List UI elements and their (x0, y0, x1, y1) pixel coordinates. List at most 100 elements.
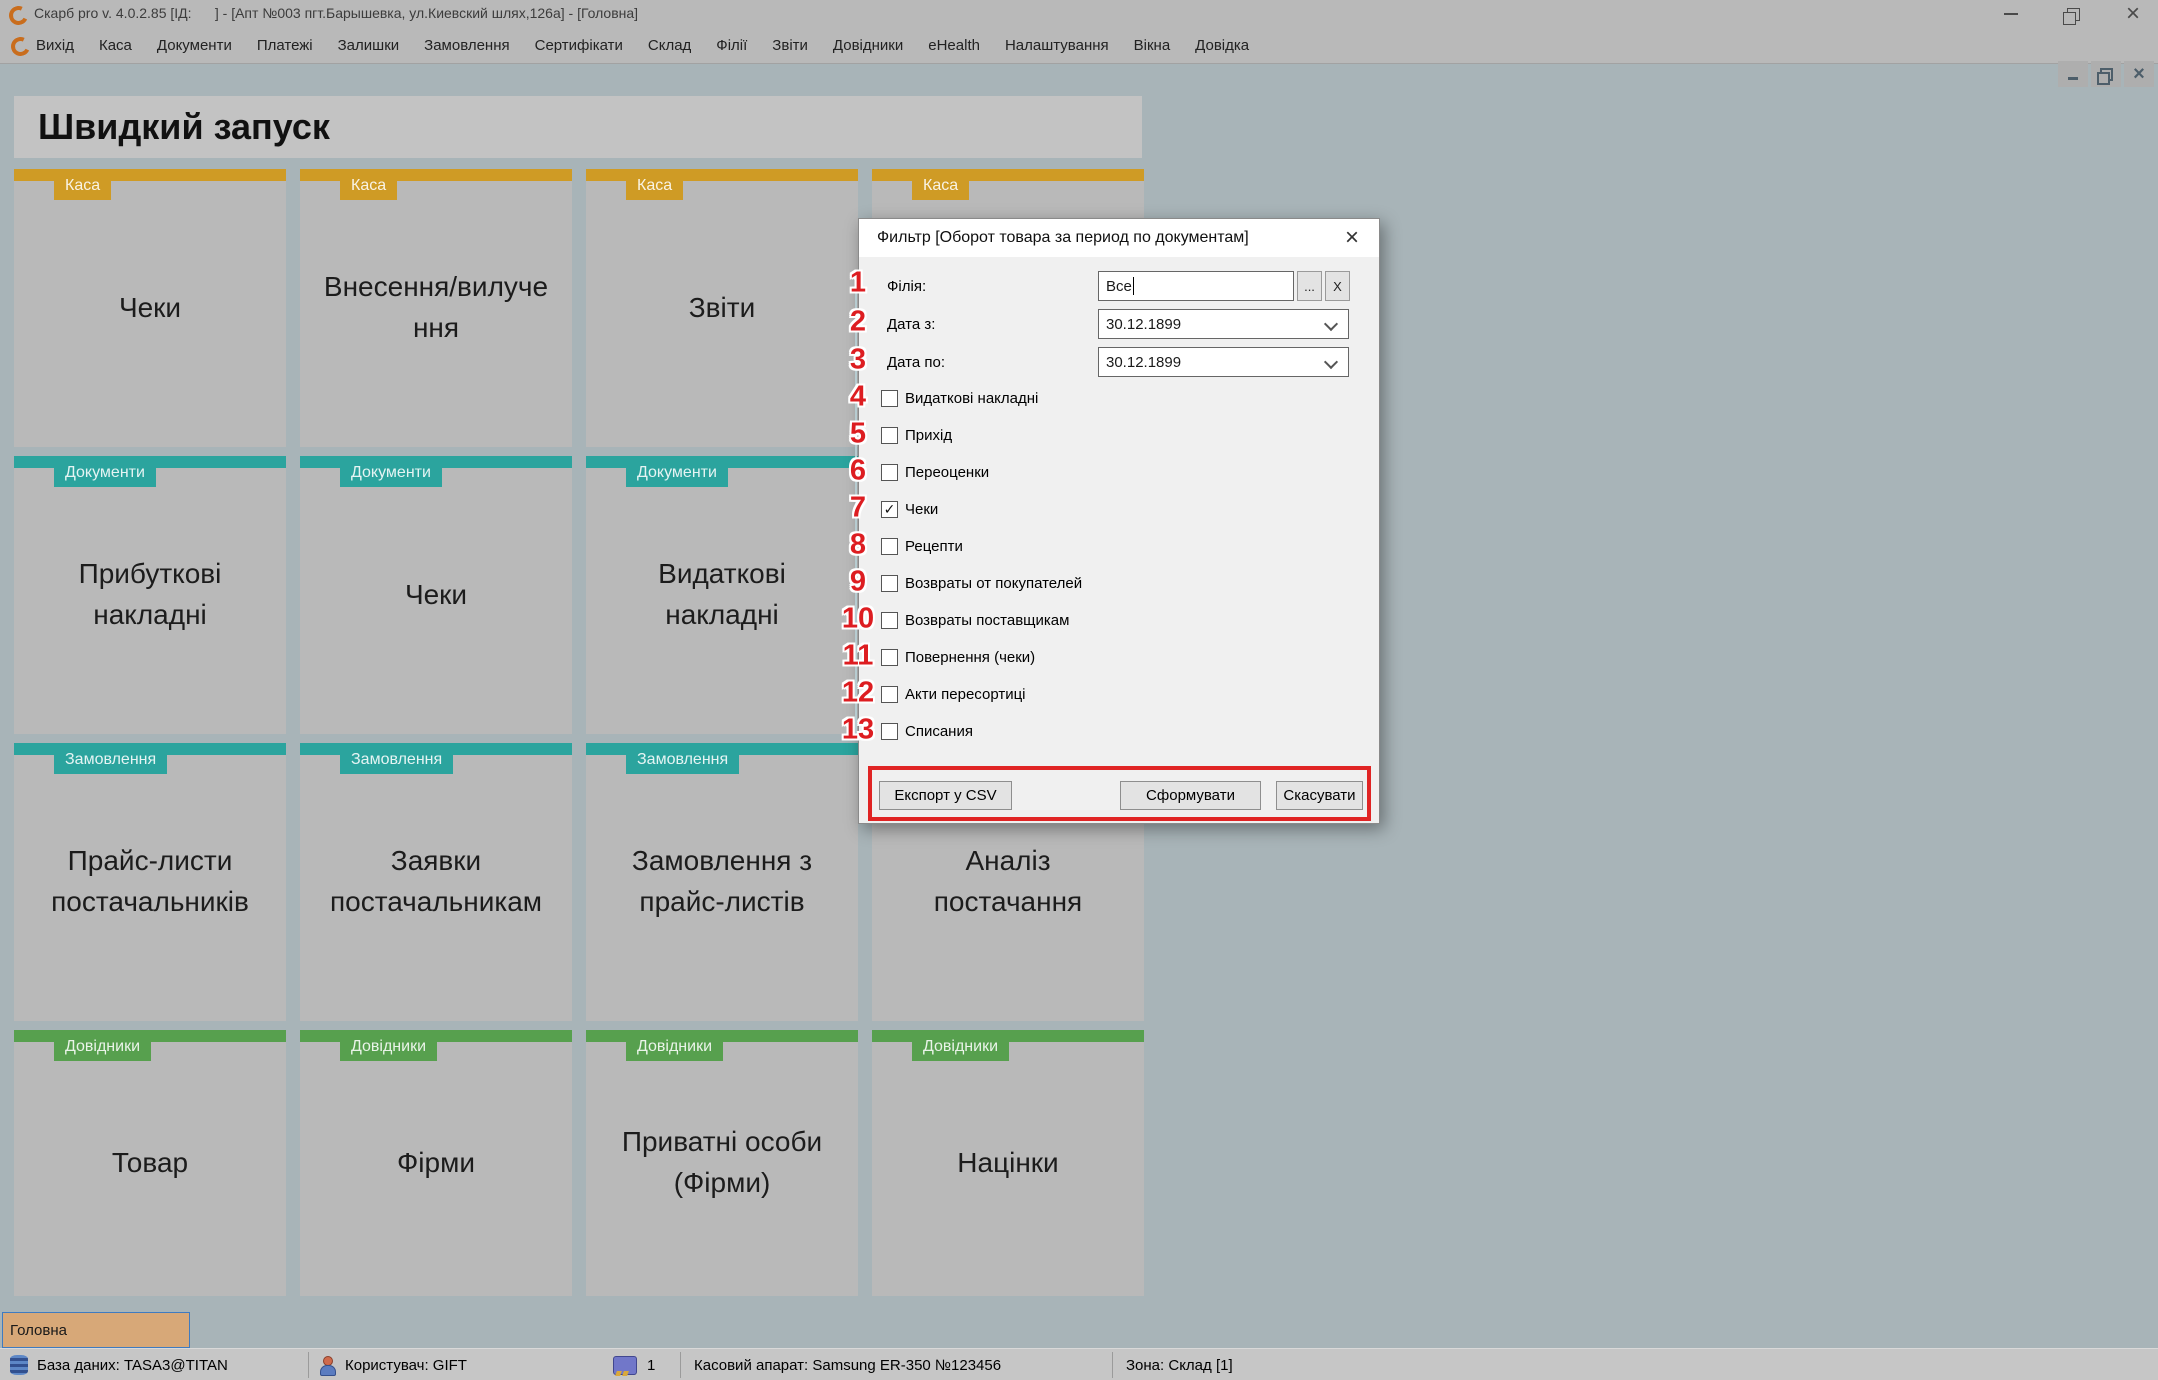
filia-lookup-button[interactable]: ... (1297, 271, 1322, 301)
checkbox-unchecked[interactable] (881, 538, 898, 555)
status-device-count-text: 1 (647, 1357, 655, 1374)
tile-label: Чеки (14, 169, 286, 447)
tile-label: Товар (14, 1030, 286, 1296)
close-icon: × (2126, 4, 2140, 24)
tile-r4-c4[interactable]: ДовідникиНацінки (872, 1030, 1144, 1296)
menu-item-1[interactable]: Каса (99, 37, 132, 54)
menu-item-2[interactable]: Документи (157, 37, 232, 54)
window-close-button[interactable]: × (2110, 0, 2156, 28)
text-caret (1133, 277, 1135, 295)
checkbox-unchecked[interactable] (881, 427, 898, 444)
mdi-restore-button[interactable] (2091, 61, 2121, 87)
export-csv-button[interactable]: Експорт у CSV (879, 781, 1012, 810)
tile-r2-c3[interactable]: ДокументиВидаткові накладні (586, 456, 858, 734)
filia-input[interactable]: Все (1098, 271, 1294, 301)
checkbox-unchecked[interactable] (881, 575, 898, 592)
user-icon (318, 1355, 336, 1375)
status-zone-text: Зона: Склад [1] (1126, 1357, 1233, 1374)
checkbox-unchecked[interactable] (881, 612, 898, 629)
annotation-number-5: 5 (850, 418, 866, 451)
mdi-close-button[interactable]: × (2124, 61, 2154, 87)
checkbox-label: Рецепти (905, 538, 963, 555)
dialog-title-bar[interactable]: Фильтр [Оборот товара за период по докум… (859, 219, 1379, 257)
tile-r4-c3[interactable]: ДовідникиПриватні особи (Фірми) (586, 1030, 858, 1296)
restore-icon (2067, 8, 2080, 21)
menu-item-13[interactable]: Вікна (1134, 37, 1171, 54)
tile-r2-c1[interactable]: ДокументиПрибуткові накладні (14, 456, 286, 734)
app-logo-icon (6, 3, 30, 27)
checkbox-label: Повернення (чеки) (905, 649, 1035, 666)
menu-item-5[interactable]: Замовлення (424, 37, 509, 54)
menu-item-6[interactable]: Сертифікати (535, 37, 623, 54)
status-cash-register: Касовий апарат: Samsung ER-350 №123456 (694, 1349, 1001, 1380)
tile-r1-c2[interactable]: КасаВнесення/вилучення (300, 169, 572, 447)
menu-item-10[interactable]: Довідники (833, 37, 903, 54)
checkbox-row-10[interactable]: Списания (881, 720, 973, 742)
annotation-number-3: 3 (850, 344, 866, 377)
checkbox-row-4[interactable]: ✓Чеки (881, 498, 938, 520)
menu-logo-icon (8, 34, 32, 58)
checkbox-row-1[interactable]: Видаткові накладні (881, 387, 1038, 409)
dialog-close-button[interactable]: × (1331, 219, 1373, 257)
menu-item-14[interactable]: Довідка (1195, 37, 1249, 54)
filia-clear-button[interactable]: X (1325, 271, 1350, 301)
tile-r3-c3[interactable]: ЗамовленняЗамовлення з прайс-листів (586, 743, 858, 1021)
checkbox-unchecked[interactable] (881, 464, 898, 481)
window-restore-button[interactable] (2050, 0, 2096, 28)
menu-item-11[interactable]: eHealth (928, 37, 980, 54)
checkbox-row-2[interactable]: Прихід (881, 424, 952, 446)
tile-r4-c1[interactable]: ДовідникиТовар (14, 1030, 286, 1296)
status-user: Користувач: GIFT (318, 1349, 467, 1380)
checkbox-row-3[interactable]: Переоценки (881, 461, 989, 483)
checkbox-row-8[interactable]: Повернення (чеки) (881, 646, 1035, 668)
chevron-down-icon (1324, 355, 1338, 369)
menu-items: Вихід Каса Документи Платежі Залишки Замовлен… (36, 28, 1249, 63)
checkbox-label: Видаткові накладні (905, 390, 1038, 407)
tile-r3-c2[interactable]: ЗамовленняЗаявки постачальникам (300, 743, 572, 1021)
checkbox-checked[interactable]: ✓ (881, 501, 898, 518)
cancel-button[interactable]: Скасувати (1276, 781, 1363, 810)
window-minimize-button[interactable] (1988, 0, 2034, 28)
tab-home[interactable]: Головна (2, 1312, 190, 1348)
tile-r3-c1[interactable]: ЗамовленняПрайс-листи постачальників (14, 743, 286, 1021)
tile-label: Видаткові накладні (586, 456, 858, 734)
menu-item-3[interactable]: Платежі (257, 37, 313, 54)
checkbox-unchecked[interactable] (881, 723, 898, 740)
checkbox-unchecked[interactable] (881, 390, 898, 407)
checkbox-row-5[interactable]: Рецепти (881, 535, 963, 557)
status-separator (680, 1352, 681, 1378)
tile-label: Чеки (300, 456, 572, 734)
mdi-minimize-button[interactable] (2058, 61, 2088, 87)
status-zone: Зона: Склад [1] (1126, 1349, 1233, 1380)
checkbox-unchecked[interactable] (881, 649, 898, 666)
status-bar: База даних: TASA3@TITAN Користувач: GIFT… (0, 1348, 2158, 1380)
checkbox-row-9[interactable]: Акти пересортиці (881, 683, 1026, 705)
cash-register-icon (613, 1356, 637, 1375)
date-to-value: 30.12.1899 (1106, 354, 1181, 371)
tile-label: Прибуткові накладні (14, 456, 286, 734)
menu-item-7[interactable]: Склад (648, 37, 691, 54)
tile-r1-c1[interactable]: КасаЧеки (14, 169, 286, 447)
status-device-count: 1 (613, 1349, 655, 1380)
annotation-number-4: 4 (850, 381, 866, 414)
menu-item-4[interactable]: Залишки (338, 37, 400, 54)
date-from-select[interactable]: 30.12.1899 (1098, 309, 1349, 339)
checkbox-label: Списания (905, 723, 973, 740)
annotation-number-11: 11 (843, 640, 874, 673)
tile-r2-c2[interactable]: ДокументиЧеки (300, 456, 572, 734)
checkbox-row-6[interactable]: Возвраты от покупателей (881, 572, 1082, 594)
menu-item-8[interactable]: Філії (716, 37, 747, 54)
status-user-text: Користувач: GIFT (345, 1357, 467, 1374)
tile-r1-c3[interactable]: КасаЗвіти (586, 169, 858, 447)
tile-r4-c2[interactable]: ДовідникиФірми (300, 1030, 572, 1296)
filia-value: Все (1106, 278, 1132, 295)
checkbox-unchecked[interactable] (881, 686, 898, 703)
menu-item-12[interactable]: Налаштування (1005, 37, 1109, 54)
date-to-select[interactable]: 30.12.1899 (1098, 347, 1349, 377)
status-database: База даних: TASA3@TITAN (10, 1349, 228, 1380)
generate-button[interactable]: Сформувати (1120, 781, 1261, 810)
menu-item-9[interactable]: Звіти (772, 37, 808, 54)
menu-item-0[interactable]: Вихід (36, 37, 74, 54)
page-title: Швидкий запуск (38, 106, 330, 148)
checkbox-row-7[interactable]: Возвраты поставщикам (881, 609, 1069, 631)
